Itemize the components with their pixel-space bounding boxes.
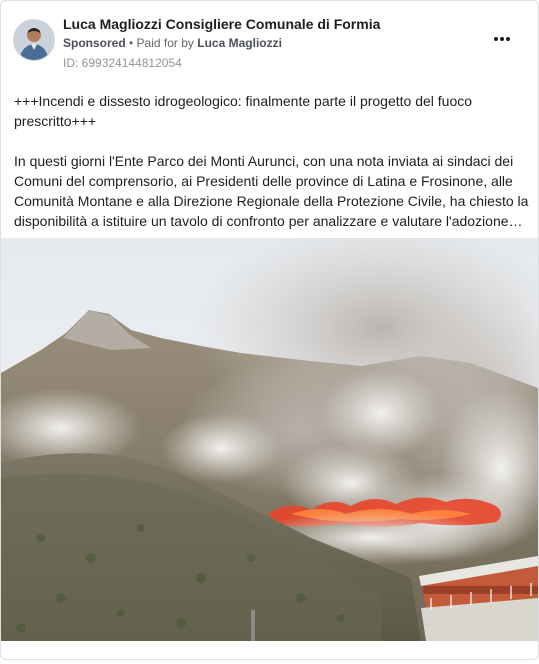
- meta-separator: •: [125, 36, 137, 50]
- more-options-button[interactable]: [488, 31, 516, 47]
- sponsored-meta: Sponsored • Paid for by Luca Magliozzi: [63, 36, 282, 50]
- payer-name: Luca Magliozzi: [197, 36, 282, 50]
- ad-id: ID: 699324144812054: [63, 56, 182, 70]
- post-header: Luca Magliozzi Consigliere Comunale di F…: [13, 13, 526, 73]
- page-name-link[interactable]: Luca Magliozzi Consigliere Comunale di F…: [63, 16, 380, 32]
- more-horizontal-icon: [494, 37, 498, 41]
- profile-avatar[interactable]: [13, 19, 55, 61]
- sponsored-label: Sponsored: [63, 36, 126, 50]
- post-text: In questi giorni l'Ente Parco dei Monti …: [14, 153, 529, 229]
- post-headline: +++Incendi e dissesto idrogeologico: fin…: [14, 93, 473, 129]
- post-image-wildfire[interactable]: [1, 238, 538, 641]
- paid-for-by-prefix: Paid for by: [136, 36, 194, 50]
- ad-post-card: Luca Magliozzi Consigliere Comunale di F…: [0, 0, 539, 660]
- post-body: +++Incendi e dissesto idrogeologico: fin…: [14, 91, 529, 251]
